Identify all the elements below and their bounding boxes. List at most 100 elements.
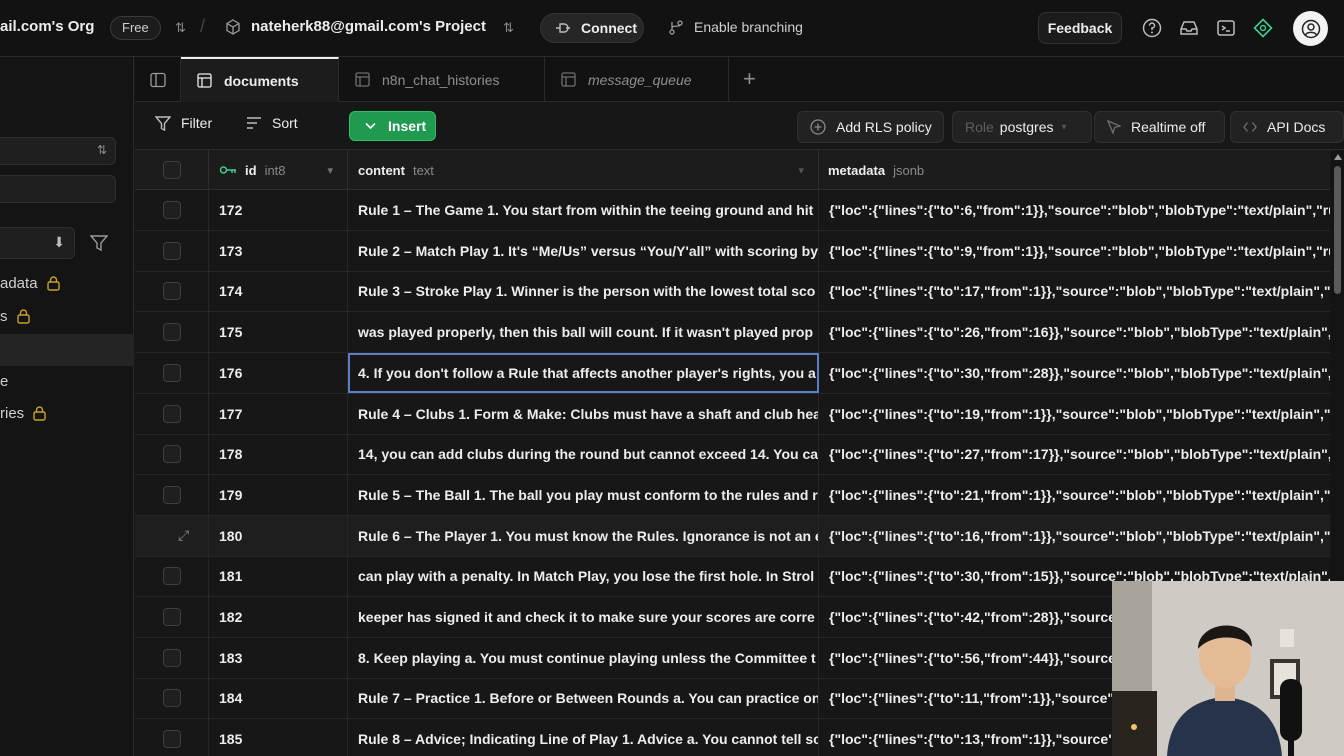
scroll-up-arrow-icon[interactable]: [1334, 154, 1342, 160]
help-icon[interactable]: [1142, 18, 1162, 38]
scrollbar-thumb[interactable]: [1334, 166, 1341, 294]
org-name[interactable]: ail.com's Org: [0, 18, 94, 35]
expand-row-icon[interactable]: ⤢: [178, 527, 189, 544]
connect-button[interactable]: Connect: [540, 13, 644, 43]
column-header-metadata[interactable]: metadata jsonb: [819, 150, 1330, 190]
sort-button[interactable]: Sort: [246, 115, 298, 131]
table-row[interactable]: 173 Rule 2 – Match Play 1. It's “Me/Us” v…: [135, 230, 1330, 272]
cell-content[interactable]: 4. If you don't follow a Rule that affec…: [348, 352, 819, 393]
sidebar-item-3[interactable]: e: [0, 373, 8, 390]
row-checkbox[interactable]: [162, 648, 181, 667]
cell-id[interactable]: 180: [209, 515, 348, 556]
row-checkbox[interactable]: [162, 689, 181, 708]
row-checkbox[interactable]: [162, 323, 181, 342]
cell-content[interactable]: Rule 1 – The Game 1. You start from with…: [348, 190, 819, 230]
cell-id[interactable]: 181: [209, 556, 348, 597]
row-checkbox[interactable]: [162, 363, 181, 382]
filter-button[interactable]: Filter: [155, 115, 212, 131]
row-checkbox[interactable]: [162, 201, 181, 219]
terminal-icon[interactable]: [1216, 18, 1236, 38]
user-avatar[interactable]: [1293, 11, 1328, 46]
project-switcher-chevron-icon[interactable]: ⇅: [503, 19, 514, 37]
cell-metadata[interactable]: {"loc":{"lines":{"to":26,"from":16}},"so…: [819, 312, 1330, 352]
sidebar-item-active[interactable]: [0, 334, 134, 366]
inbox-icon[interactable]: [1179, 18, 1199, 38]
sidebar-toggle-button[interactable]: [135, 57, 181, 102]
sidebar-filter-icon[interactable]: [90, 235, 108, 251]
table-row[interactable]: 175 was played properly, then this ball w…: [135, 312, 1330, 354]
cell-metadata[interactable]: {"loc":{"lines":{"to":16,"from":1}},"sou…: [819, 516, 1330, 556]
cell-metadata[interactable]: {"loc":{"lines":{"to":9,"from":1}},"sour…: [819, 231, 1330, 271]
cell-content[interactable]: 14, you can add clubs during the round b…: [348, 434, 819, 475]
feedback-button[interactable]: Feedback: [1038, 12, 1122, 44]
cell-id[interactable]: 185: [209, 719, 348, 756]
column-header-id[interactable]: id int8 ▾: [209, 150, 348, 190]
cell-content[interactable]: was played properly, then this ball will…: [348, 312, 819, 353]
cell-id[interactable]: 182: [209, 597, 348, 637]
select-all-checkbox[interactable]: [162, 161, 181, 179]
cell-id[interactable]: 176: [209, 352, 348, 393]
insert-button[interactable]: Insert: [349, 111, 436, 141]
cell-metadata[interactable]: {"loc":{"lines":{"to":30,"from":28}},"so…: [819, 353, 1330, 393]
column-header-content[interactable]: content text ▾: [348, 150, 819, 190]
role-select[interactable]: Role postgres ▾: [952, 111, 1092, 143]
assistant-diamond-icon[interactable]: [1253, 18, 1273, 38]
cell-metadata[interactable]: {"loc":{"lines":{"to":6,"from":1}},"sour…: [819, 190, 1330, 230]
cell-metadata[interactable]: {"loc":{"lines":{"to":19,"from":1}},"sou…: [819, 394, 1330, 434]
project-name[interactable]: nateherk88@gmail.com's Project: [251, 18, 486, 35]
cell-metadata[interactable]: {"loc":{"lines":{"to":21,"from":1}},"sou…: [819, 475, 1330, 515]
add-tab-plus-icon[interactable]: +: [743, 66, 756, 92]
cell-id[interactable]: 173: [209, 230, 348, 271]
cell-content[interactable]: Rule 7 – Practice 1. Before or Between R…: [348, 678, 819, 719]
table-row[interactable]: 177 Rule 4 – Clubs 1. Form & Make: Clubs …: [135, 393, 1330, 435]
cell-metadata[interactable]: {"loc":{"lines":{"to":17,"from":1}},"sou…: [819, 271, 1330, 311]
cell-content[interactable]: 8. Keep playing a. You must continue pla…: [348, 637, 819, 678]
cell-content[interactable]: Rule 5 – The Ball 1. The ball you play m…: [348, 474, 819, 515]
row-checkbox[interactable]: [162, 241, 181, 260]
cell-id[interactable]: 175: [209, 312, 348, 353]
enable-branching-button[interactable]: Enable branching: [668, 19, 803, 35]
cell-metadata[interactable]: {"loc":{"lines":{"to":27,"from":17}},"so…: [819, 434, 1330, 474]
row-checkbox[interactable]: [162, 485, 181, 504]
tab-documents[interactable]: documents: [181, 57, 339, 102]
table-row[interactable]: 172 Rule 1 – The Game 1. You start from w…: [135, 190, 1330, 231]
cell-content[interactable]: Rule 6 – The Player 1. You must know the…: [348, 515, 819, 556]
cell-content[interactable]: Rule 8 – Advice; Indicating Line of Play…: [348, 719, 819, 756]
realtime-toggle-button[interactable]: Realtime off: [1094, 111, 1225, 143]
sidebar-item-0[interactable]: adata: [0, 275, 60, 292]
column-menu-chevron-icon[interactable]: ▾: [798, 164, 804, 177]
cell-id[interactable]: 183: [209, 637, 348, 678]
cell-id[interactable]: 174: [209, 271, 348, 312]
org-switcher-chevron-icon[interactable]: ⇅: [175, 19, 186, 37]
cell-id[interactable]: 177: [209, 393, 348, 434]
tab-message-queue[interactable]: message_queue: [545, 57, 729, 102]
row-checkbox[interactable]: [162, 608, 181, 626]
sidebar-search-input[interactable]: [0, 175, 116, 203]
add-rls-policy-button[interactable]: Add RLS policy: [797, 111, 944, 143]
row-checkbox[interactable]: [162, 567, 181, 586]
row-checkbox[interactable]: [162, 404, 181, 423]
row-checkbox[interactable]: [162, 730, 181, 749]
tab-n8n-chat-histories[interactable]: n8n_chat_histories: [339, 57, 545, 102]
row-checkbox[interactable]: [162, 282, 181, 301]
sidebar-item-4[interactable]: ries: [0, 405, 46, 422]
table-row[interactable]: 174 Rule 3 – Stroke Play 1. Winner is the…: [135, 271, 1330, 313]
table-row[interactable]: 176 4. If you don't follow a Rule that af…: [135, 352, 1330, 394]
sidebar-sort-select[interactable]: ⬇: [0, 227, 75, 259]
cell-id[interactable]: 172: [209, 190, 348, 230]
cell-id[interactable]: 178: [209, 434, 348, 475]
cell-id[interactable]: 184: [209, 678, 348, 719]
cell-content[interactable]: Rule 2 – Match Play 1. It's “Me/Us” vers…: [348, 230, 819, 271]
column-menu-chevron-icon[interactable]: ▾: [327, 164, 333, 177]
table-row[interactable]: ⤢ 180 Rule 6 – The Player 1. You must know…: [135, 515, 1330, 557]
cell-content[interactable]: keeper has signed it and check it to mak…: [348, 597, 819, 637]
api-docs-button[interactable]: API Docs: [1230, 111, 1344, 143]
table-row[interactable]: 179 Rule 5 – The Ball 1. The ball you pla…: [135, 474, 1330, 516]
cell-id[interactable]: 179: [209, 474, 348, 515]
row-checkbox[interactable]: [162, 445, 181, 464]
table-row[interactable]: 178 14, you can add clubs during the roun…: [135, 434, 1330, 476]
cell-content[interactable]: Rule 3 – Stroke Play 1. Winner is the pe…: [348, 271, 819, 312]
sidebar-item-1[interactable]: s: [0, 308, 30, 325]
schema-select[interactable]: ⇅: [0, 137, 116, 165]
cell-content[interactable]: Rule 4 – Clubs 1. Form & Make: Clubs mus…: [348, 393, 819, 434]
